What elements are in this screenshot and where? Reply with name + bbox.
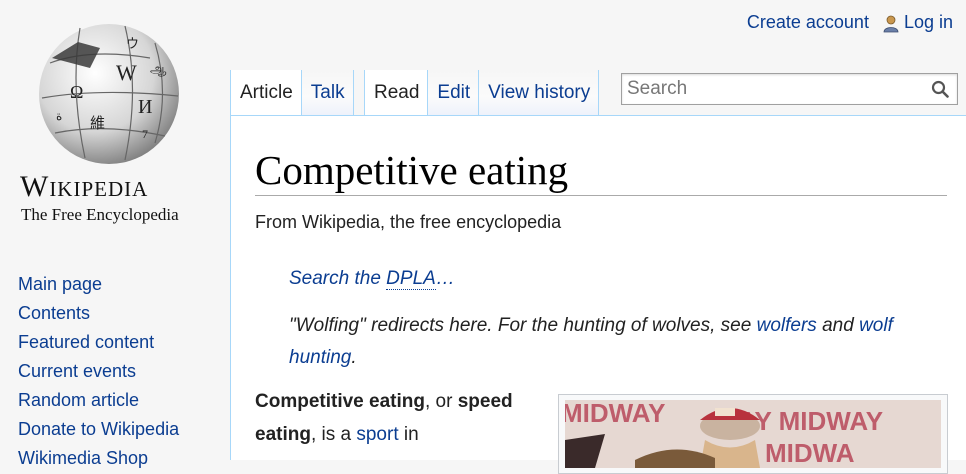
svg-text:ஆ: ஆ — [150, 61, 167, 76]
sidebar-item-current-events[interactable]: Current events — [18, 361, 136, 381]
sidebar-item-wikimedia-shop[interactable]: Wikimedia Shop — [18, 448, 148, 468]
sport-link[interactable]: sport — [356, 424, 398, 445]
article-content: Competitive eating From Wikipedia, the f… — [230, 115, 966, 474]
svg-text:Ω: Ω — [70, 82, 83, 102]
sidebar-item-main-page[interactable]: Main page — [18, 274, 102, 294]
namespace-tabs: Article Talk — [230, 70, 354, 116]
tab-view-history-label: View history — [488, 82, 591, 103]
dpla-abbr: DPLA — [386, 268, 436, 290]
dpla-search-link[interactable]: Search the DPLA… — [289, 268, 455, 290]
puzzle-globe-logo: W Ω И 維 ウ ஆ ة 7 — [39, 24, 179, 164]
tab-talk-label: Talk — [310, 82, 345, 103]
tab-read-label: Read — [374, 82, 420, 103]
svg-text:MIDWAY: MIDWAY — [565, 400, 666, 428]
svg-text:維: 維 — [90, 115, 105, 132]
redirect-end: . — [351, 347, 357, 368]
tab-edit-label: Edit — [437, 82, 471, 103]
tab-talk[interactable]: Talk — [301, 70, 354, 116]
svg-text:7: 7 — [142, 127, 148, 141]
sidebar-navigation: Main page Contents Featured content Curr… — [18, 270, 179, 473]
user-icon — [883, 15, 899, 33]
dpla-suffix: … — [435, 268, 455, 289]
svg-text:И: И — [138, 96, 152, 118]
infobox-image-frame: MIDWAY WAY MIDWAY MIDWA — [558, 394, 948, 474]
page-title: Competitive eating — [255, 147, 569, 193]
redirect-hatnote: "Wolfing" redirects here. For the huntin… — [289, 310, 949, 374]
svg-text:W: W — [116, 60, 137, 85]
create-account-link[interactable]: Create account — [747, 12, 869, 33]
dpla-prefix: Search the — [289, 268, 387, 289]
tab-article[interactable]: Article — [230, 70, 302, 116]
sidebar-item-random-article[interactable]: Random article — [18, 390, 139, 410]
tab-edit[interactable]: Edit — [428, 70, 480, 116]
wolfers-link[interactable]: wolfers — [757, 315, 817, 336]
lead-paragraph: Competitive eating, or speed eating, is … — [255, 385, 525, 451]
lead-text-1: , or — [424, 391, 458, 412]
site-subtitle: From Wikipedia, the free encyclopedia — [255, 212, 562, 232]
personal-tools: Create account Log in — [747, 12, 953, 33]
redirect-text: "Wolfing" redirects here. For the huntin… — [289, 315, 757, 336]
redirect-and: and — [816, 315, 860, 336]
svg-text:ウ: ウ — [126, 36, 139, 51]
wikipedia-logo[interactable]: W Ω И 維 ウ ஆ ة 7 Wikipedia The Free Encyc… — [0, 0, 230, 240]
lead-text-3: in — [398, 424, 419, 445]
svg-text:MIDWA: MIDWA — [765, 438, 855, 468]
wikipedia-wordmark: Wikipedia — [20, 170, 149, 203]
competitive-eating-photo[interactable]: MIDWAY WAY MIDWAY MIDWA — [565, 400, 941, 468]
tab-read[interactable]: Read — [364, 70, 429, 116]
log-in-link[interactable]: Log in — [904, 12, 953, 33]
tab-view-history[interactable]: View history — [479, 70, 600, 116]
search-icon[interactable] — [931, 80, 949, 103]
lead-term-1: Competitive eating — [255, 391, 425, 412]
title-divider — [255, 195, 947, 196]
svg-text:ة: ة — [56, 109, 62, 123]
tab-article-label: Article — [240, 82, 293, 103]
dpla-hatnote: Search the DPLA… — [289, 268, 455, 290]
logo-tagline: The Free Encyclopedia — [21, 205, 179, 224]
sidebar-item-contents[interactable]: Contents — [18, 303, 90, 323]
sidebar-item-donate[interactable]: Donate to Wikipedia — [18, 419, 179, 439]
sidebar-item-featured-content[interactable]: Featured content — [18, 332, 154, 352]
view-tabs: Read Edit View history — [364, 70, 600, 116]
search-input[interactable] — [622, 74, 922, 104]
search-box — [621, 73, 958, 105]
lead-text-2: , is a — [310, 424, 357, 445]
